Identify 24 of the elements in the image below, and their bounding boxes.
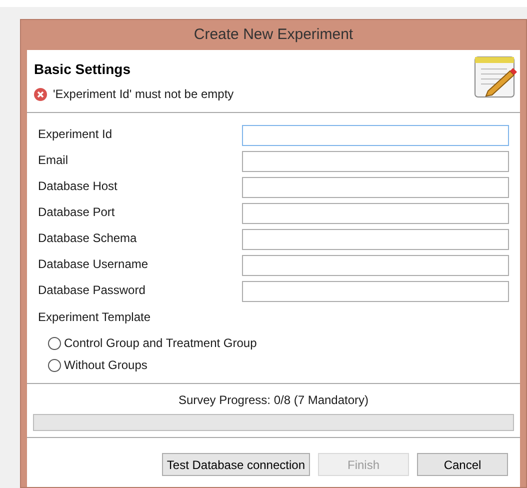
input-field[interactable] bbox=[242, 177, 509, 198]
input-field[interactable] bbox=[242, 151, 509, 172]
input-field[interactable] bbox=[242, 229, 509, 250]
field-label: Database Port bbox=[38, 204, 116, 221]
window-title: Create New Experiment bbox=[192, 24, 354, 45]
field-label: Experiment Id bbox=[38, 126, 114, 143]
section-title: Basic Settings bbox=[34, 60, 132, 79]
template-label: Experiment Template bbox=[38, 309, 152, 326]
field-label: Database Password bbox=[38, 282, 146, 299]
dialog-button[interactable]: Cancel bbox=[417, 453, 508, 476]
input-field[interactable] bbox=[242, 255, 509, 276]
input-field[interactable] bbox=[242, 281, 509, 302]
input-field[interactable] bbox=[242, 203, 509, 224]
error-message: 'Experiment Id' must not be empty bbox=[53, 86, 234, 103]
radio-option[interactable]: Without Groups bbox=[48, 356, 509, 374]
field-label: Email bbox=[38, 152, 70, 169]
field-label: Database Host bbox=[38, 178, 118, 195]
progress-label: Survey Progress: 0/8 (7 Mandatory) bbox=[178, 392, 369, 409]
error-icon bbox=[34, 88, 47, 100]
dialog-button[interactable]: Test Database connection bbox=[162, 453, 310, 476]
field-label: Database Username bbox=[38, 256, 150, 273]
field-label: Database Schema bbox=[38, 230, 138, 247]
radio-option[interactable]: Control Group and Treatment Group bbox=[48, 334, 509, 352]
input-field[interactable] bbox=[242, 125, 509, 146]
